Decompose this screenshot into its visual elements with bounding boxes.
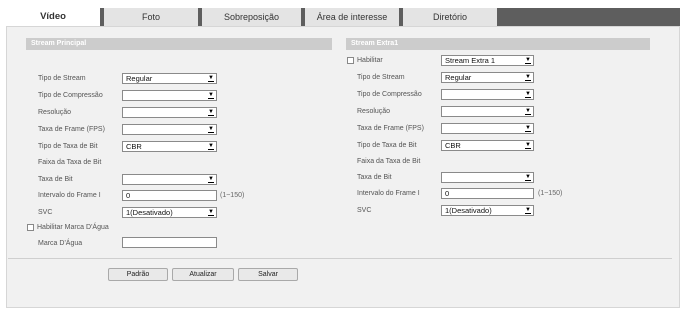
extra-bitrate-range-label: Faixa da Taxa de Bit [357,158,421,165]
extra-stream-select[interactable]: Stream Extra 1 ▼ [441,55,534,66]
main-stream-type-label: Tipo de Stream [38,75,86,82]
extra-iframe-input[interactable]: 0 [441,188,534,199]
watermark-input[interactable] [122,237,217,248]
main-stream-type-select[interactable]: Regular ▼ [122,73,217,84]
main-frame-rate-select[interactable]: ▼ [122,124,217,135]
extra-iframe-range: (1~150) [538,190,563,197]
chevron-down-icon: ▼ [206,142,216,151]
chevron-down-icon: ▼ [206,208,216,217]
extra-frame-rate-select[interactable]: ▼ [441,123,534,134]
main-iframe-input[interactable]: 0 [122,190,217,201]
chevron-down-icon: ▼ [523,73,533,82]
chevron-down-icon: ▼ [523,206,533,215]
default-button[interactable]: Padrão [108,268,168,281]
refresh-button[interactable]: Atualizar [172,268,234,281]
tab-bar: Vídeo Foto Sobreposição Área de interess… [6,8,680,26]
main-bitrate-type-select[interactable]: CBR ▼ [122,141,217,152]
chevron-down-icon: ▼ [206,74,216,83]
tab-directory[interactable]: Diretório [403,8,499,26]
main-bitrate-type-label: Tipo de Taxa de Bit [38,143,98,150]
main-resolution-select[interactable]: ▼ [122,107,217,118]
extra-stream-header: Stream Extra1 [346,38,650,50]
watermark-enable-label: Habilitar Marca D'Água [37,224,109,231]
extra-svc-select[interactable]: 1(Desativado) ▼ [441,205,534,216]
main-bitrate-label: Taxa de Bit [38,176,73,183]
main-frame-rate-label: Taxa de Frame (FPS) [38,126,105,133]
extra-stream-enable-checkbox[interactable] [347,57,354,64]
main-iframe-range: (1~150) [220,192,245,199]
main-svc-label: SVC [38,209,53,216]
tab-video[interactable]: Vídeo [6,8,102,26]
extra-bitrate-type-label: Tipo de Taxa de Bit [357,142,417,149]
extra-frame-rate-label: Taxa de Frame (FPS) [357,125,424,132]
main-compression-select[interactable]: ▼ [122,90,217,101]
main-bitrate-select[interactable]: ▼ [122,174,217,185]
divider [8,258,672,259]
extra-bitrate-type-select[interactable]: CBR ▼ [441,140,534,151]
extra-svc-label: SVC [357,207,372,214]
chevron-down-icon: ▼ [206,108,216,117]
extra-resolution-label: Resolução [357,108,391,115]
chevron-down-icon: ▼ [523,56,533,65]
extra-iframe-label: Intervalo do Frame I [357,190,420,197]
extra-compression-select[interactable]: ▼ [441,89,534,100]
main-compression-label: Tipo de Compressão [38,92,103,99]
chevron-down-icon: ▼ [523,173,533,182]
extra-resolution-select[interactable]: ▼ [441,106,534,117]
watermark-enable-checkbox[interactable] [27,224,34,231]
extra-stream-enable-label: Habilitar [357,57,383,64]
main-svc-select[interactable]: 1(Desativado) ▼ [122,207,217,218]
chevron-down-icon: ▼ [206,175,216,184]
chevron-down-icon: ▼ [523,107,533,116]
extra-bitrate-select[interactable]: ▼ [441,172,534,183]
tab-region-of-interest[interactable]: Área de interesse [305,8,401,26]
tab-photo[interactable]: Foto [104,8,200,26]
extra-stream-type-label: Tipo de Stream [357,74,405,81]
main-bitrate-range-label: Faixa da Taxa de Bit [38,159,102,166]
chevron-down-icon: ▼ [206,125,216,134]
chevron-down-icon: ▼ [206,91,216,100]
extra-compression-label: Tipo de Compressão [357,91,422,98]
main-resolution-label: Resolução [38,109,72,116]
chevron-down-icon: ▼ [523,141,533,150]
video-settings-panel [6,26,680,308]
extra-bitrate-label: Taxa de Bit [357,174,392,181]
chevron-down-icon: ▼ [523,90,533,99]
tab-overlay[interactable]: Sobreposição [202,8,303,26]
chevron-down-icon: ▼ [523,124,533,133]
extra-stream-type-select[interactable]: Regular ▼ [441,72,534,83]
main-stream-header: Stream Principal [26,38,332,50]
save-button[interactable]: Salvar [238,268,298,281]
watermark-label: Marca D'Água [38,240,83,247]
main-iframe-label: Intervalo do Frame I [38,192,101,199]
